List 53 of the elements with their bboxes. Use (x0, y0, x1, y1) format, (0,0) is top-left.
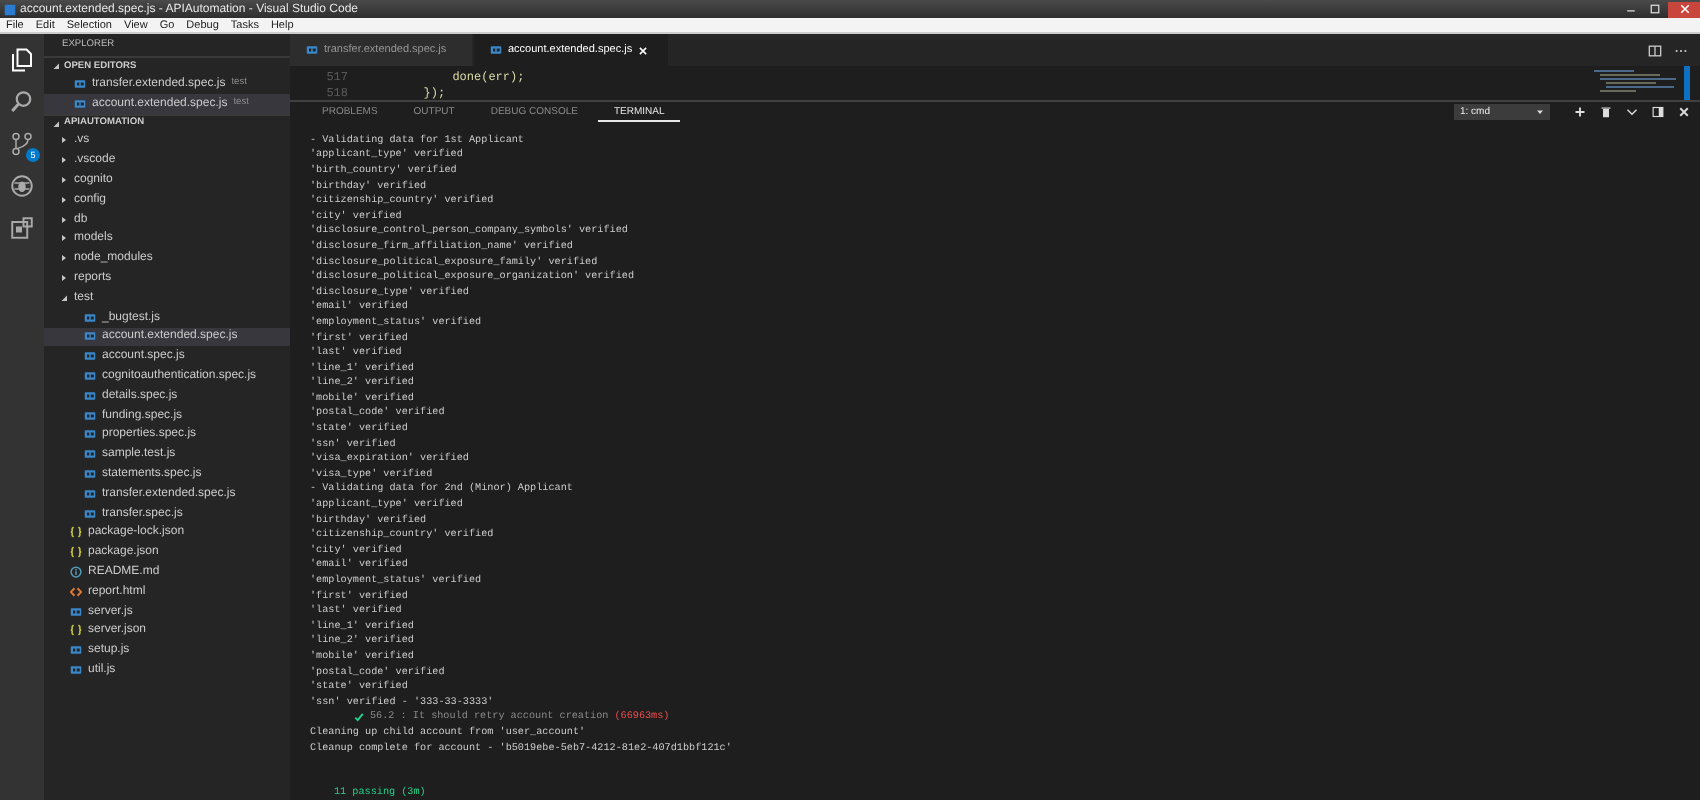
info-icon (70, 566, 82, 579)
js-file-icon (84, 389, 96, 402)
js-file-icon (84, 350, 96, 363)
extensions-icon[interactable] (10, 216, 34, 240)
js-file-icon (84, 468, 96, 481)
js-file-icon (84, 409, 96, 422)
panel-layout-icon[interactable] (1652, 106, 1664, 118)
maximize-icon (1649, 4, 1659, 14)
collapsed-arrow-icon[interactable] (60, 136, 68, 145)
trash-icon[interactable] (1600, 106, 1612, 118)
collapsed-arrow-icon[interactable] (60, 274, 68, 283)
caret-icon (1536, 108, 1544, 116)
search-icon[interactable] (10, 90, 34, 114)
collapsed-arrow-icon[interactable] (60, 156, 68, 165)
files-icon[interactable] (10, 48, 34, 72)
expanded-arrow-icon[interactable] (52, 119, 60, 128)
bug-icon[interactable] (10, 174, 34, 198)
chevron-down-icon[interactable] (1626, 106, 1638, 118)
js-file-icon (70, 644, 82, 657)
close-icon[interactable] (1678, 106, 1690, 118)
js-file-icon (84, 428, 96, 441)
collapsed-arrow-icon[interactable] (60, 234, 68, 243)
expanded-arrow-icon[interactable] (52, 62, 60, 70)
plus-icon[interactable] (1574, 106, 1586, 118)
collapsed-arrow-icon[interactable] (60, 215, 68, 224)
app-icon (4, 3, 16, 15)
minimap-drawing (1590, 66, 1690, 100)
js-file-icon (84, 311, 96, 324)
collapsed-arrow-icon[interactable] (60, 176, 68, 185)
js-file-icon (70, 664, 82, 676)
source-control-icon[interactable] (10, 132, 34, 156)
js-file-icon (74, 77, 86, 90)
code-file-icon (70, 585, 82, 598)
js-file-icon (84, 487, 96, 500)
braces-icon (70, 624, 82, 637)
minimize-icon (1625, 4, 1635, 14)
expanded-arrow-icon[interactable] (60, 293, 68, 302)
js-file-icon (306, 44, 318, 56)
close-icon (1679, 4, 1689, 14)
js-file-icon (70, 605, 82, 618)
js-file-icon (84, 448, 96, 461)
js-file-icon (490, 44, 502, 56)
js-file-icon (84, 507, 96, 520)
js-file-icon (74, 97, 86, 110)
check-icon (354, 711, 364, 722)
braces-icon (70, 546, 82, 559)
js-file-icon (84, 370, 96, 383)
split-editor-icon[interactable] (1648, 43, 1662, 57)
braces-icon (70, 526, 82, 539)
close-button[interactable] (1668, 1, 1700, 17)
collapsed-arrow-icon[interactable] (60, 195, 68, 204)
js-file-icon (84, 330, 96, 343)
collapsed-arrow-icon[interactable] (60, 254, 68, 263)
